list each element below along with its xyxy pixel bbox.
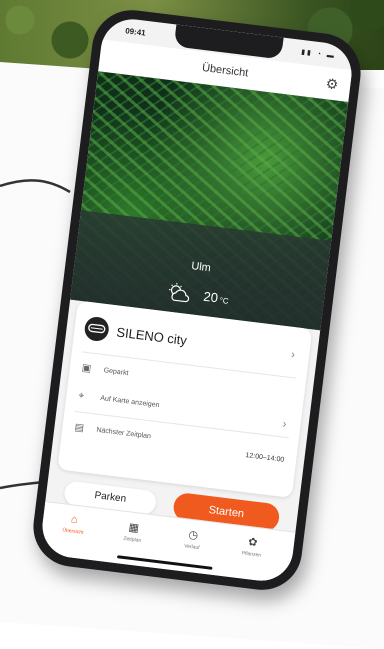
scooter-icon	[83, 316, 110, 343]
home-icon: ⌂	[49, 511, 100, 529]
chevron-right-icon: ›	[282, 416, 288, 430]
tab-label: Pflanzen	[241, 550, 261, 558]
home-indicator	[117, 555, 213, 570]
history-icon: ◷	[168, 525, 219, 544]
next-schedule-label: Nächster Zeitplan	[96, 427, 151, 441]
tab-schedule[interactable]: ▦ Zeitplan	[107, 518, 159, 546]
signal-battery-icons: ▮▮ ◔ ▬	[301, 48, 337, 60]
plant-icon: ✿	[227, 533, 278, 552]
show-on-map-label: Auf Karte anzeigen	[100, 395, 160, 409]
partly-cloudy-icon	[165, 281, 196, 307]
tab-label: Zeitplan	[123, 536, 141, 544]
phone-screen: 09:41 ▮▮ ◔ ▬ Übersicht ⚙ Ulm	[39, 16, 355, 585]
status-time: 09:41	[125, 26, 146, 37]
parking-icon: ▣	[81, 363, 94, 376]
temperature-unit: °C	[219, 296, 229, 306]
tab-label: Übersicht	[62, 527, 84, 536]
map-pin-icon: ⌖	[78, 390, 91, 403]
tab-overview[interactable]: ⌂ Übersicht	[48, 511, 100, 538]
tab-history[interactable]: ◷ Verlauf	[167, 525, 219, 553]
vehicle-name: SILENO city	[116, 324, 188, 348]
calendar-icon: ▦	[108, 518, 159, 537]
calendar-icon: ▤	[74, 422, 87, 435]
hero-image: Ulm 20°C	[70, 71, 348, 330]
vehicle-card: SILENO city › ▣ Geparkt ⌖ Auf Karte anze…	[57, 301, 312, 498]
tab-plants[interactable]: ✿ Pflanzen	[226, 533, 278, 561]
parked-status: Geparkt	[103, 367, 129, 377]
next-schedule-time: 12:00–14:00	[245, 452, 285, 464]
weather-temperature: 20	[203, 289, 219, 306]
gear-icon[interactable]: ⚙	[325, 75, 340, 93]
tab-label: Verlauf	[184, 543, 200, 551]
chevron-right-icon: ›	[290, 347, 296, 361]
